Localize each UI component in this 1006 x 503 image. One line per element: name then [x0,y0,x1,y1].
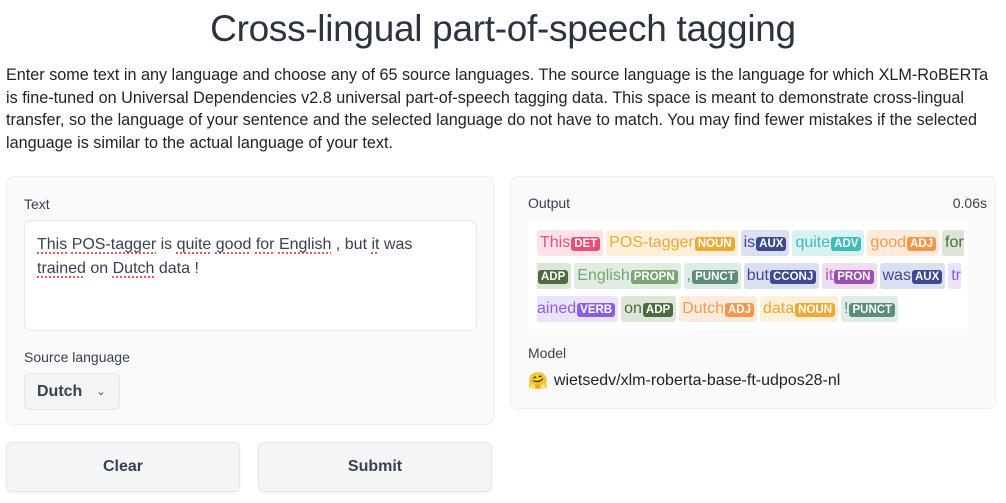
pos-tag-badge: ADV [831,237,862,251]
pos-tag-badge: AUX [756,237,787,251]
pos-token: good ADJ [867,230,940,256]
pos-tag-badge: AUX [911,270,943,284]
pos-token: ! PUNCT [841,296,899,322]
pos-tag-badge: VERB [577,303,616,317]
pos-tag-badge: PROPN [630,270,678,284]
token-word: data [763,300,795,317]
output-panel: Output 0.06s This DET POS-tagger NOUN is AUX q… [510,176,996,409]
token-word: , [686,267,692,284]
pos-token: is AUX [740,230,790,256]
pos-tag-badge: CCONJ [770,270,817,284]
pos-token: English PROPN [574,263,681,289]
text-label: Text [24,196,50,212]
token-word: good [870,234,907,251]
pos-token: quite ADV [792,230,865,256]
pos-tag-list: This DET POS-tagger NOUN is AUX quite ADV good AD… [537,227,967,326]
token-word: for [945,234,964,251]
token-word: quite [795,234,831,251]
pos-token: data NOUN [760,296,839,322]
pos-token: it PRON [822,263,877,289]
hugging-face-icon: 🤗 [528,373,548,390]
model-name: wietsedv/xlm-roberta-base-ft-udpos28-nl [553,372,841,389]
inference-time: 0.06s [952,195,987,211]
pos-tag-badge: ADP [538,270,569,284]
token-word: but [746,267,769,284]
source-language-value: Dutch [37,382,83,400]
pos-tag-badge: PRON [834,270,874,284]
token-word: was [882,267,911,284]
token-word: This [540,234,571,251]
pos-tag-badge: ADP [642,303,674,317]
source-language-select[interactable]: Dutch ⌄ [24,373,120,410]
pos-tag-badge: NOUN [694,237,735,251]
page-title: Cross-lingual part-of-speech tagging [210,8,796,49]
pos-tag-badge: DET [571,237,601,251]
pos-tag-badge: ADJ [724,303,754,317]
pos-token: on ADP [621,296,677,322]
token-word: ! [844,300,849,317]
pos-token: Dutch ADJ [679,296,757,322]
clear-button[interactable]: Clear [6,442,240,492]
submit-button[interactable]: Submit [258,442,492,492]
token-word: Dutch [682,300,724,317]
pos-token: This DET [537,230,604,256]
model-link[interactable]: 🤗 wietsedv/xlm-roberta-base-ft-udpos28-n… [528,371,840,391]
pos-token: POS-tagger NOUN [606,230,738,256]
pos-token: was AUX [879,263,946,289]
text-input[interactable]: This POS-tagger is quite good for Englis… [24,220,477,331]
token-word: on [624,300,642,317]
pos-tag-badge: PUNCT [849,303,896,317]
highlighted-output: This DET POS-tagger NOUN is AUX quite ADV good AD… [528,221,968,329]
source-language-label: Source language [24,349,130,365]
token-word: English [577,267,630,284]
pos-tag-badge: NOUN [795,303,836,317]
input-panel: Text This POS-tagger is quite good for E… [6,176,494,425]
token-word: POS-tagger [609,234,694,251]
output-label: Output [528,195,571,211]
pos-token: but CCONJ [743,263,820,289]
description: Enter some text in any language and choo… [6,66,989,152]
pos-tag-badge: ADJ [907,237,937,251]
token-word: is [743,234,756,251]
pos-tag-badge: PUNCT [692,270,738,284]
token-word: it [825,267,834,284]
model-label: Model [528,345,567,361]
chevron-down-icon: ⌄ [96,386,106,398]
pos-token: , PUNCT [683,263,741,289]
